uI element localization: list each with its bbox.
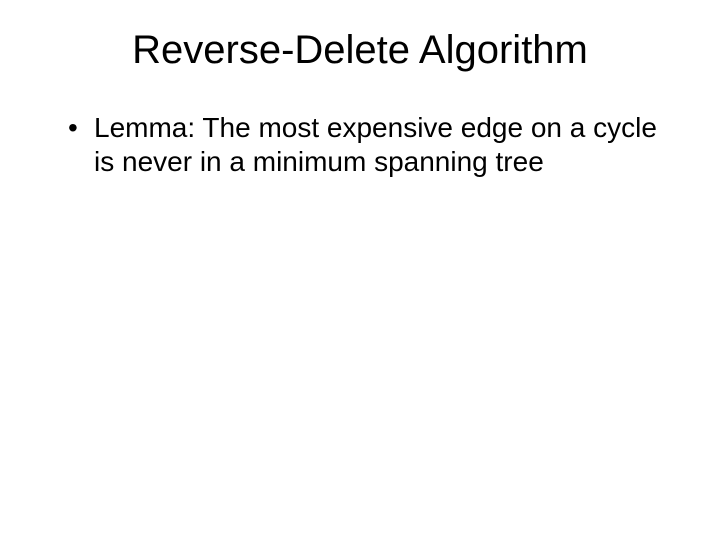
bullet-list: Lemma: The most expensive edge on a cycl… [40,111,680,179]
bullet-item: Lemma: The most expensive edge on a cycl… [68,111,680,179]
slide-title: Reverse-Delete Algorithm [40,28,680,73]
